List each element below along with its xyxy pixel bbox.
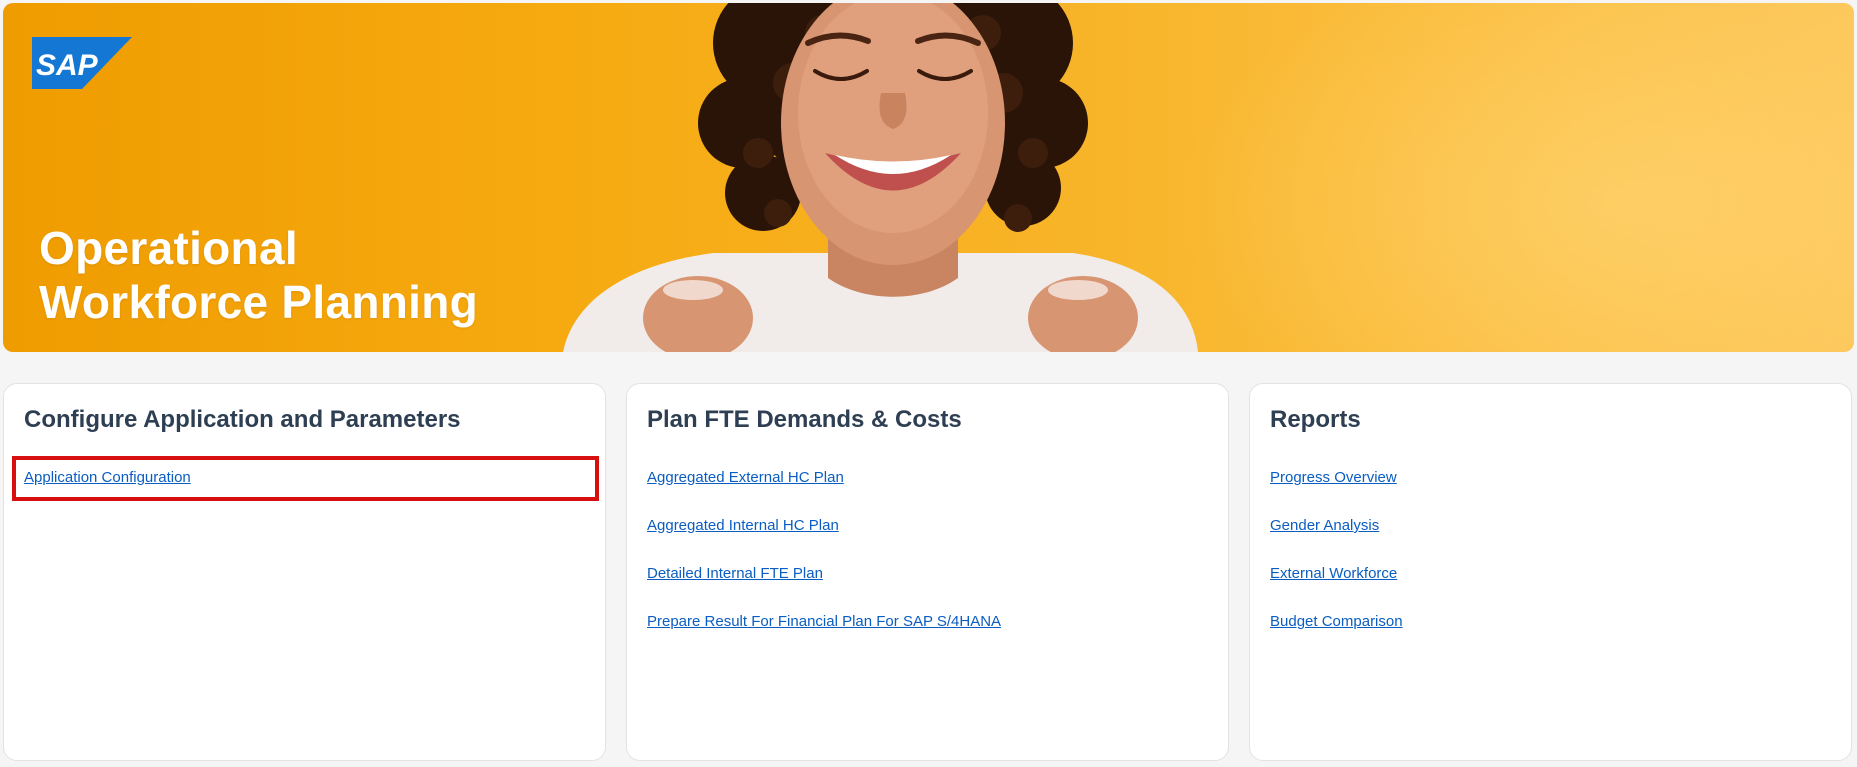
link-prepare-result-financial-plan[interactable]: Prepare Result For Financial Plan For SA…	[647, 612, 1001, 632]
list-item: Progress Overview	[1270, 468, 1403, 516]
card-title-plan-fte: Plan FTE Demands & Costs	[647, 406, 962, 433]
card-reports: Reports Progress Overview Gender Analysi…	[1249, 383, 1852, 761]
sap-logo-text: SAP	[36, 49, 99, 82]
reports-link-list: Progress Overview Gender Analysis Extern…	[1270, 468, 1403, 660]
page-title-line-2: Workforce Planning	[39, 276, 479, 328]
banner-glow	[1174, 3, 1854, 352]
list-item: Prepare Result For Financial Plan For SA…	[647, 612, 1001, 660]
list-item: External Workforce	[1270, 564, 1403, 612]
page: SAP Operational Workforce Planning Confi…	[0, 0, 1857, 767]
configure-link-list: Application Configuration	[24, 468, 191, 516]
link-detailed-internal-fte-plan[interactable]: Detailed Internal FTE Plan	[647, 564, 823, 584]
card-plan-fte: Plan FTE Demands & Costs Aggregated Exte…	[626, 383, 1229, 761]
page-title-line-1: Operational	[39, 222, 298, 274]
hero-banner: SAP Operational Workforce Planning	[3, 3, 1854, 352]
link-aggregated-internal-hc-plan[interactable]: Aggregated Internal HC Plan	[647, 516, 839, 536]
card-configure-application: Configure Application and Parameters App…	[3, 383, 606, 761]
list-item: Aggregated Internal HC Plan	[647, 516, 1001, 564]
list-item: Budget Comparison	[1270, 612, 1403, 660]
hero-portrait-image	[563, 3, 1198, 352]
link-external-workforce[interactable]: External Workforce	[1270, 564, 1397, 584]
page-title: Operational Workforce Planning	[39, 221, 478, 329]
link-gender-analysis[interactable]: Gender Analysis	[1270, 516, 1379, 536]
list-item: Application Configuration	[24, 468, 191, 516]
link-aggregated-external-hc-plan[interactable]: Aggregated External HC Plan	[647, 468, 844, 488]
card-title-reports: Reports	[1270, 406, 1361, 433]
plan-fte-link-list: Aggregated External HC Plan Aggregated I…	[647, 468, 1001, 660]
list-item: Gender Analysis	[1270, 516, 1403, 564]
list-item: Aggregated External HC Plan	[647, 468, 1001, 516]
link-progress-overview[interactable]: Progress Overview	[1270, 468, 1397, 488]
sap-logo: SAP	[32, 37, 132, 89]
link-budget-comparison[interactable]: Budget Comparison	[1270, 612, 1403, 632]
link-application-configuration[interactable]: Application Configuration	[24, 468, 191, 488]
card-title-configure: Configure Application and Parameters	[24, 406, 461, 433]
list-item: Detailed Internal FTE Plan	[647, 564, 1001, 612]
